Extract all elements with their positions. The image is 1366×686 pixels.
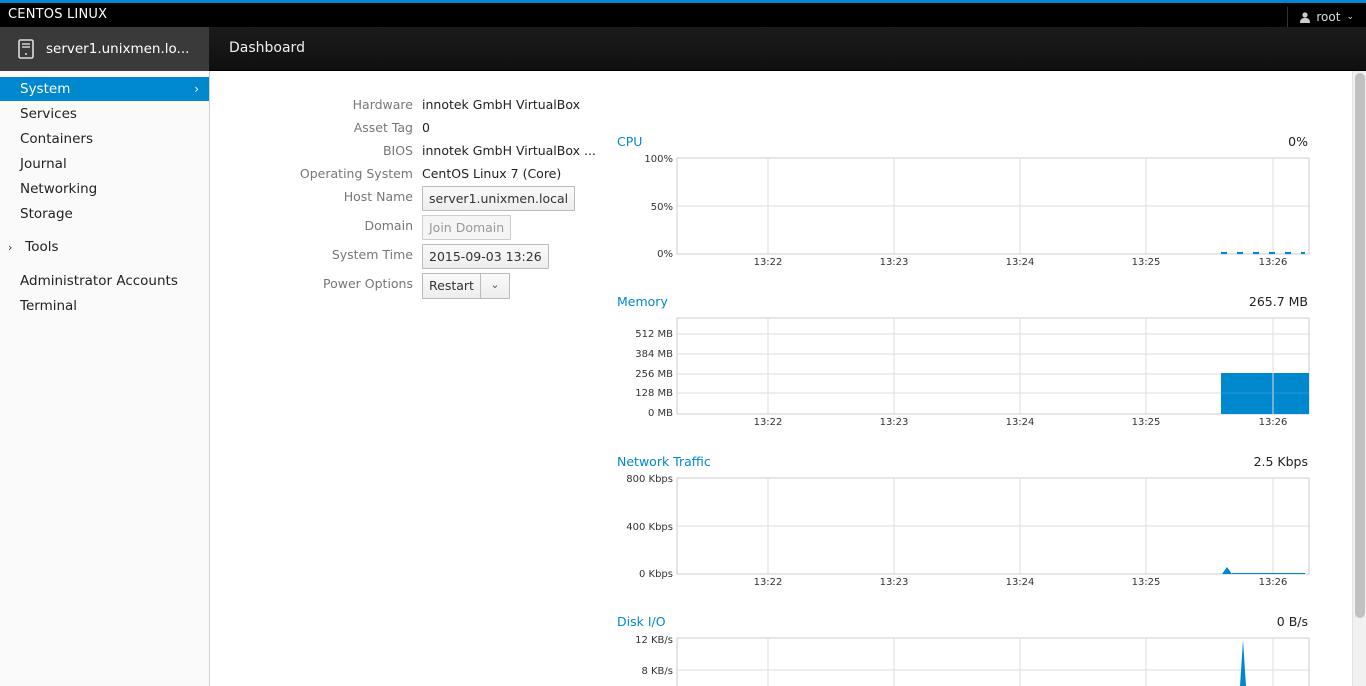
- hostname-label: Host Name: [343, 189, 413, 204]
- y-tick: 100%: [644, 154, 673, 165]
- os-label: Operating System: [299, 166, 413, 181]
- chevron-down-icon: ⌄: [1346, 12, 1354, 22]
- disk-graph-title: Disk I/O: [617, 614, 666, 629]
- x-tick: 13:24: [1006, 417, 1035, 428]
- sidebar-item-label: Administrator Accounts: [20, 273, 178, 289]
- sidebar: System › Services Containers Journal Net…: [0, 71, 210, 686]
- x-tick: 13:25: [1132, 417, 1161, 428]
- x-tick: 13:25: [1132, 257, 1161, 268]
- sidebar-item-label: Terminal: [20, 298, 78, 314]
- x-tick: 13:23: [880, 257, 909, 268]
- memory-graph: 512 MB 384 MB 256 MB 128 MB 0 MB 13:22 1…: [635, 317, 1310, 428]
- y-tick: 0%: [657, 249, 673, 260]
- user-menu[interactable]: root ⌄: [1287, 7, 1354, 27]
- host-label: server1.unixmen.lo...: [46, 41, 190, 57]
- x-tick: 13:24: [1006, 257, 1035, 268]
- y-tick: 8 KB/s: [641, 666, 673, 677]
- y-tick: 384 MB: [635, 349, 673, 360]
- x-tick: 13:23: [880, 577, 909, 588]
- sidebar-item-terminal[interactable]: Terminal: [0, 294, 209, 318]
- x-tick: 13:25: [1132, 577, 1161, 588]
- cpu-graph-title: CPU: [617, 134, 643, 149]
- y-tick: 0 MB: [648, 408, 673, 419]
- x-tick: 13:22: [754, 417, 783, 428]
- y-tick: 128 MB: [635, 388, 673, 399]
- restart-button[interactable]: Restart: [423, 274, 481, 298]
- y-tick: 12 KB/s: [635, 635, 673, 646]
- sidebar-item-journal[interactable]: Journal: [0, 152, 209, 176]
- sidebar-item-services[interactable]: Services: [0, 102, 209, 126]
- brand-label: CENTOS LINUX: [8, 7, 108, 22]
- chevron-right-icon: ›: [8, 241, 13, 254]
- hardware-label: Hardware: [352, 97, 413, 112]
- y-tick: 400 Kbps: [626, 522, 673, 533]
- cpu-graph-value: 0%: [1288, 134, 1308, 149]
- sidebar-item-label: Networking: [20, 181, 98, 197]
- scrollbar-thumb[interactable]: [1355, 73, 1365, 618]
- network-graph-title: Network Traffic: [617, 454, 711, 469]
- system-time-label: System Time: [331, 247, 413, 262]
- sidebar-item-administrator-accounts[interactable]: Administrator Accounts: [0, 269, 209, 293]
- chevron-down-icon[interactable]: ⌄: [481, 274, 509, 298]
- sidebar-item-label: Storage: [20, 206, 73, 222]
- network-graph: 800 Kbps 400 Kbps 0 Kbps 13:22 13:23 13:…: [626, 474, 1310, 588]
- y-tick: 512 MB: [635, 329, 673, 340]
- memory-graph-value: 265.7 MB: [1248, 294, 1308, 309]
- x-tick: 13:22: [754, 257, 783, 268]
- join-domain-button[interactable]: Join Domain: [422, 215, 512, 240]
- user-icon: [1300, 11, 1311, 23]
- page-scrollbar[interactable]: [1352, 71, 1366, 686]
- sidebar-item-containers[interactable]: Containers: [0, 127, 209, 151]
- x-tick: 13:22: [754, 577, 783, 588]
- nav-bar: server1.unixmen.lo... Dashboard: [0, 27, 1366, 71]
- sidebar-item-label: Containers: [20, 131, 94, 147]
- server-icon: [18, 39, 34, 59]
- asset-tag-label: Asset Tag: [353, 120, 413, 135]
- y-tick: 50%: [651, 202, 673, 213]
- power-options-label: Power Options: [323, 276, 413, 291]
- y-tick: 0 Kbps: [639, 569, 673, 580]
- sidebar-item-storage[interactable]: Storage: [0, 202, 209, 226]
- power-options: Restart ⌄: [422, 273, 510, 299]
- asset-tag-value: 0: [422, 120, 430, 135]
- chevron-right-icon: ›: [194, 82, 199, 96]
- x-tick: 13:26: [1259, 257, 1288, 268]
- page-title: Dashboard: [229, 40, 305, 56]
- sidebar-item-system[interactable]: System ›: [0, 77, 209, 101]
- y-tick: 800 Kbps: [626, 474, 673, 485]
- system-time-button[interactable]: 2015-09-03 13:26: [422, 244, 549, 269]
- sidebar-item-networking[interactable]: Networking: [0, 177, 209, 201]
- x-tick: 13:26: [1259, 577, 1288, 588]
- cpu-graph: 100% 50% 0% 13:22 13:23 13:24 13:25 13:2…: [644, 154, 1310, 268]
- x-tick: 13:26: [1259, 417, 1288, 428]
- domain-label: Domain: [364, 218, 413, 233]
- os-value: CentOS Linux 7 (Core): [422, 166, 562, 181]
- sidebar-item-label: Services: [20, 106, 77, 122]
- hardware-value: innotek GmbH VirtualBox: [422, 97, 581, 112]
- x-tick: 13:24: [1006, 577, 1035, 588]
- bios-value: innotek GmbH VirtualBox ...: [422, 143, 596, 158]
- sidebar-item-label: Journal: [20, 156, 67, 172]
- host-switcher[interactable]: server1.unixmen.lo...: [0, 27, 209, 71]
- y-tick: 256 MB: [635, 369, 673, 380]
- top-bar: CENTOS LINUX root ⌄: [0, 0, 1366, 27]
- bios-label: BIOS: [382, 143, 413, 158]
- sidebar-item-label: Tools: [25, 239, 59, 255]
- user-name: root: [1316, 10, 1341, 24]
- memory-graph-title: Memory: [617, 294, 668, 309]
- network-graph-value: 2.5 Kbps: [1253, 454, 1308, 469]
- x-tick: 13:23: [880, 417, 909, 428]
- hostname-button[interactable]: server1.unixmen.local: [422, 186, 576, 211]
- disk-graph: 12 KB/s 8 KB/s: [635, 635, 1310, 686]
- memory-series: [1221, 373, 1309, 414]
- sidebar-item-tools[interactable]: › Tools: [0, 235, 209, 259]
- sidebar-item-label: System: [20, 81, 71, 97]
- disk-graph-value: 0 B/s: [1276, 614, 1308, 629]
